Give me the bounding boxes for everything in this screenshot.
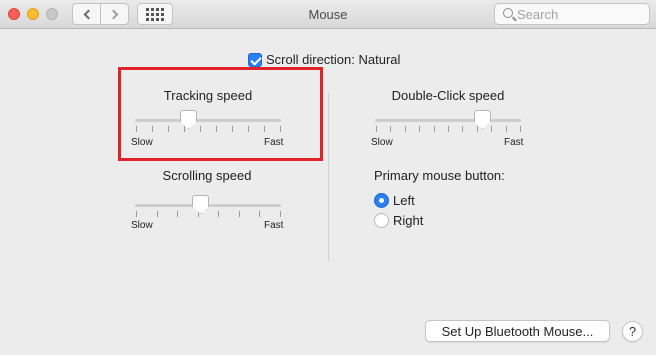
slider-tick	[239, 211, 240, 217]
double-click-speed-min-label: Slow	[371, 137, 393, 148]
slider-tick	[419, 126, 420, 132]
slider-tick	[136, 211, 137, 217]
left-radio[interactable]	[374, 193, 389, 208]
slider-tick	[477, 126, 478, 132]
primary-button-label: Primary mouse button:	[374, 168, 505, 183]
right-radio[interactable]	[374, 213, 389, 228]
slider-tick	[448, 126, 449, 132]
double-click-speed-slider[interactable]	[375, 110, 523, 140]
scrolling-speed-min-label: Slow	[131, 220, 153, 231]
search-icon	[503, 8, 513, 18]
slider-tick	[259, 211, 260, 217]
slider-thumb[interactable]	[192, 195, 209, 214]
slider-tick	[390, 126, 391, 132]
column-divider	[328, 93, 329, 261]
left-radio-label: Left	[393, 193, 415, 208]
slider-tick	[157, 211, 158, 217]
slider-tick	[177, 211, 178, 217]
slider-tick	[434, 126, 435, 132]
double-click-speed-max-label: Fast	[504, 137, 524, 148]
slider-track	[375, 119, 521, 122]
scrolling-speed-slider[interactable]	[135, 195, 283, 225]
help-button[interactable]: ?	[622, 321, 643, 342]
scroll-direction-checkbox[interactable]	[248, 52, 262, 67]
right-radio-label: Right	[393, 213, 424, 228]
scrolling-speed-label: Scrolling speed	[162, 168, 252, 183]
primary-button-right-option[interactable]: Right	[374, 213, 423, 228]
titlebar: Mouse	[0, 0, 656, 29]
search-input[interactable]	[517, 6, 645, 22]
slider-tick	[520, 126, 521, 132]
primary-button-left-option[interactable]: Left	[374, 193, 415, 208]
scrolling-speed-max-label: Fast	[264, 220, 284, 231]
mouse-preferences-window: Mouse Scroll direction: Natural Tracking…	[0, 0, 656, 355]
setup-bluetooth-mouse-button[interactable]: Set Up Bluetooth Mouse...	[425, 320, 610, 342]
slider-tick	[405, 126, 406, 132]
slider-tick	[280, 211, 281, 217]
slider-tick	[462, 126, 463, 132]
double-click-speed-label: Double-Click speed	[391, 88, 505, 103]
slider-tick	[218, 211, 219, 217]
slider-tick	[491, 126, 492, 132]
tracking-speed-highlight	[118, 67, 323, 161]
search-field[interactable]	[494, 3, 650, 25]
slider-tick	[506, 126, 507, 132]
slider-tick	[376, 126, 377, 132]
scroll-direction-label: Scroll direction: Natural	[266, 52, 401, 67]
scroll-direction-option[interactable]: Scroll direction: Natural	[248, 52, 400, 67]
